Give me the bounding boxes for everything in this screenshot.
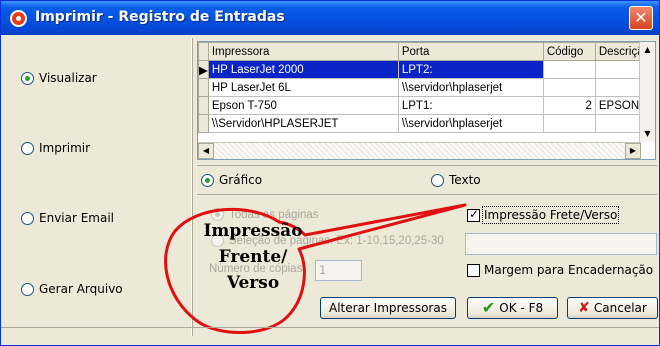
radio-grafico[interactable]: Gráfico <box>201 173 262 187</box>
label-duplex: Impressão Frete/Verso <box>481 206 620 224</box>
radio-button-icon <box>21 211 34 225</box>
scroll-left-arrow-icon[interactable]: ◀ <box>198 143 214 159</box>
scroll-up-arrow-icon[interactable]: ▲ <box>640 42 655 58</box>
radio-button-icon <box>21 141 34 155</box>
column-header-porta[interactable]: Porta <box>397 42 544 61</box>
column-header-codigo[interactable]: Código <box>542 42 596 61</box>
close-button[interactable]: ✕ <box>629 6 653 30</box>
cancel-label: Cancelar <box>593 301 647 315</box>
radio-button-icon <box>21 282 34 296</box>
ok-button[interactable]: ✔ OK - F8 <box>467 297 558 319</box>
app-icon <box>10 10 27 27</box>
table-row[interactable]: Epson T-750 LPT1: 2 EPSON F <box>198 96 654 115</box>
table-row[interactable]: \\Servidor\HPLASERJET \\servidor\hplaser… <box>198 114 654 133</box>
window-title: Imprimir - Registro de Entradas <box>35 9 285 25</box>
radio-label-enviar-email: Enviar Email <box>39 211 115 225</box>
status-bar <box>1 327 659 345</box>
table-row[interactable]: ▶ HP LaserJet 2000 LPT2: <box>198 60 654 79</box>
checkbox-empty-icon <box>467 263 480 277</box>
checkbox-duplex[interactable]: Impressão Frete/Verso <box>467 206 620 224</box>
radio-label-grafico: Gráfico <box>219 173 263 187</box>
print-dialog-window: Imprimir - Registro de Entradas ✕ Visual… <box>0 0 660 346</box>
checkbox-checked-icon <box>467 207 480 222</box>
radio-label-visualizar: Visualizar <box>39 71 97 85</box>
cell-printer-name[interactable]: HP LaserJet 2000 <box>207 60 399 79</box>
print-mode-group: Gráfico Texto <box>197 165 657 195</box>
checkbox-binding-margin[interactable]: Margem para Encadernação <box>467 263 653 277</box>
column-header-impressora[interactable]: Impressora <box>207 42 399 61</box>
cell-printer-port[interactable]: \\servidor\hplaserjet <box>397 114 544 133</box>
row-pointer-icon: ▶ <box>198 60 209 79</box>
cancel-button[interactable]: ✘ Cancelar <box>567 297 658 319</box>
printers-grid[interactable]: Impressora Porta Código Descriçã ▶ HP La… <box>197 41 656 160</box>
annotation-line-3: Verso <box>226 273 280 293</box>
row-indicator <box>198 78 209 97</box>
radio-button-icon <box>21 71 34 85</box>
annotation-line-1: Impressão <box>203 221 303 241</box>
grid-header-row: Impressora Porta Código Descriçã <box>198 42 654 61</box>
radio-button-icon <box>431 173 444 187</box>
checkmark-icon: ✔ <box>481 298 496 317</box>
cell-printer-code[interactable] <box>542 78 596 97</box>
ok-label: OK - F8 <box>499 301 544 315</box>
cell-printer-port[interactable]: LPT1: <box>397 96 544 115</box>
table-row[interactable]: HP LaserJet 6L \\servidor\hplaserjet <box>198 78 654 97</box>
dialog-body: Visualizar Imprimir Enviar Email Gerar A… <box>1 35 659 345</box>
cell-printer-port[interactable]: LPT2: <box>397 60 544 79</box>
cell-printer-code[interactable] <box>542 114 596 133</box>
radio-label-texto: Texto <box>449 173 481 187</box>
page-selection-input[interactable] <box>465 233 657 255</box>
cell-printer-name[interactable]: \\Servidor\HPLASERJET <box>207 114 399 133</box>
radio-label-gerar-arquivo: Gerar Arquivo <box>39 282 123 296</box>
scroll-right-arrow-icon[interactable]: ▶ <box>625 143 641 159</box>
grid-vertical-scrollbar[interactable]: ▲ ▼ <box>639 42 655 142</box>
row-indicator-header <box>198 42 209 61</box>
cell-printer-code[interactable]: 2 <box>542 96 596 115</box>
cell-printer-code[interactable] <box>542 60 596 79</box>
cell-printer-name[interactable]: HP LaserJet 6L <box>207 78 399 97</box>
cancel-x-icon: ✘ <box>578 300 590 316</box>
row-indicator <box>198 96 209 115</box>
title-bar[interactable]: Imprimir - Registro de Entradas ✕ <box>1 1 659 35</box>
radio-button-icon <box>201 173 214 187</box>
radio-gerar-arquivo[interactable]: Gerar Arquivo <box>21 282 123 296</box>
radio-visualizar[interactable]: Visualizar <box>21 71 97 85</box>
grid-horizontal-scrollbar[interactable]: ◀ ▶ <box>198 142 641 159</box>
row-indicator <box>198 114 209 133</box>
radio-label-imprimir: Imprimir <box>39 141 91 155</box>
radio-texto[interactable]: Texto <box>431 173 481 187</box>
cell-printer-name[interactable]: Epson T-750 <box>207 96 399 115</box>
cell-printer-port[interactable]: \\servidor\hplaserjet <box>397 78 544 97</box>
label-binding-margin: Margem para Encadernação <box>484 263 654 277</box>
scroll-down-arrow-icon[interactable]: ▼ <box>640 126 655 142</box>
annotation-text: Impressão Frente/ Verso <box>187 218 319 296</box>
radio-enviar-email[interactable]: Enviar Email <box>21 211 114 225</box>
annotation-line-2: Frente/ <box>218 247 288 267</box>
radio-imprimir[interactable]: Imprimir <box>21 141 90 155</box>
